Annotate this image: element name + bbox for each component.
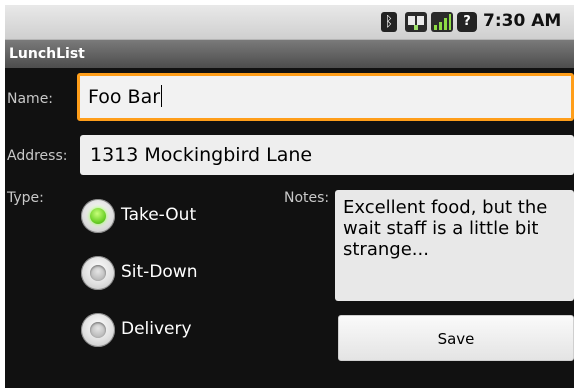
app-title: LunchList: [9, 46, 85, 62]
address-label: Address:: [7, 148, 68, 164]
radio-label: Delivery: [121, 319, 192, 339]
address-value: 1313 Mockingbird Lane: [90, 144, 313, 166]
notes-value: Excellent food, but the wait staff is a …: [343, 197, 548, 260]
radio-button-checked[interactable]: [81, 199, 115, 233]
notes-field[interactable]: Excellent food, but the wait staff is a …: [335, 190, 574, 301]
alarm-icon: ?: [457, 12, 477, 32]
data-signal-icon: [405, 12, 427, 32]
phone-screen: ᛒ ? 7:30 AM LunchList Name: Foo Bar Addr…: [5, 5, 574, 388]
status-clock: 7:30 AM: [483, 11, 562, 31]
address-field[interactable]: 1313 Mockingbird Lane: [80, 135, 574, 175]
save-button[interactable]: Save: [338, 315, 574, 361]
radio-button[interactable]: [81, 313, 115, 347]
radio-label: Take-Out: [121, 205, 197, 225]
form-content: Name: Foo Bar Address: 1313 Mockingbird …: [5, 68, 574, 388]
type-label: Type:: [7, 190, 44, 206]
notes-label: Notes:: [284, 190, 330, 206]
bluetooth-icon: ᛒ: [381, 12, 397, 32]
name-label: Name:: [7, 91, 54, 107]
cell-signal-icon: [431, 12, 453, 32]
name-field[interactable]: Foo Bar: [77, 73, 574, 121]
name-value: Foo Bar: [88, 86, 161, 108]
title-bar: LunchList: [5, 40, 574, 68]
status-bar: ᛒ ? 7:30 AM: [5, 5, 574, 40]
text-cursor: [161, 85, 163, 107]
radio-button[interactable]: [81, 256, 115, 290]
radio-label: Sit-Down: [121, 262, 198, 282]
